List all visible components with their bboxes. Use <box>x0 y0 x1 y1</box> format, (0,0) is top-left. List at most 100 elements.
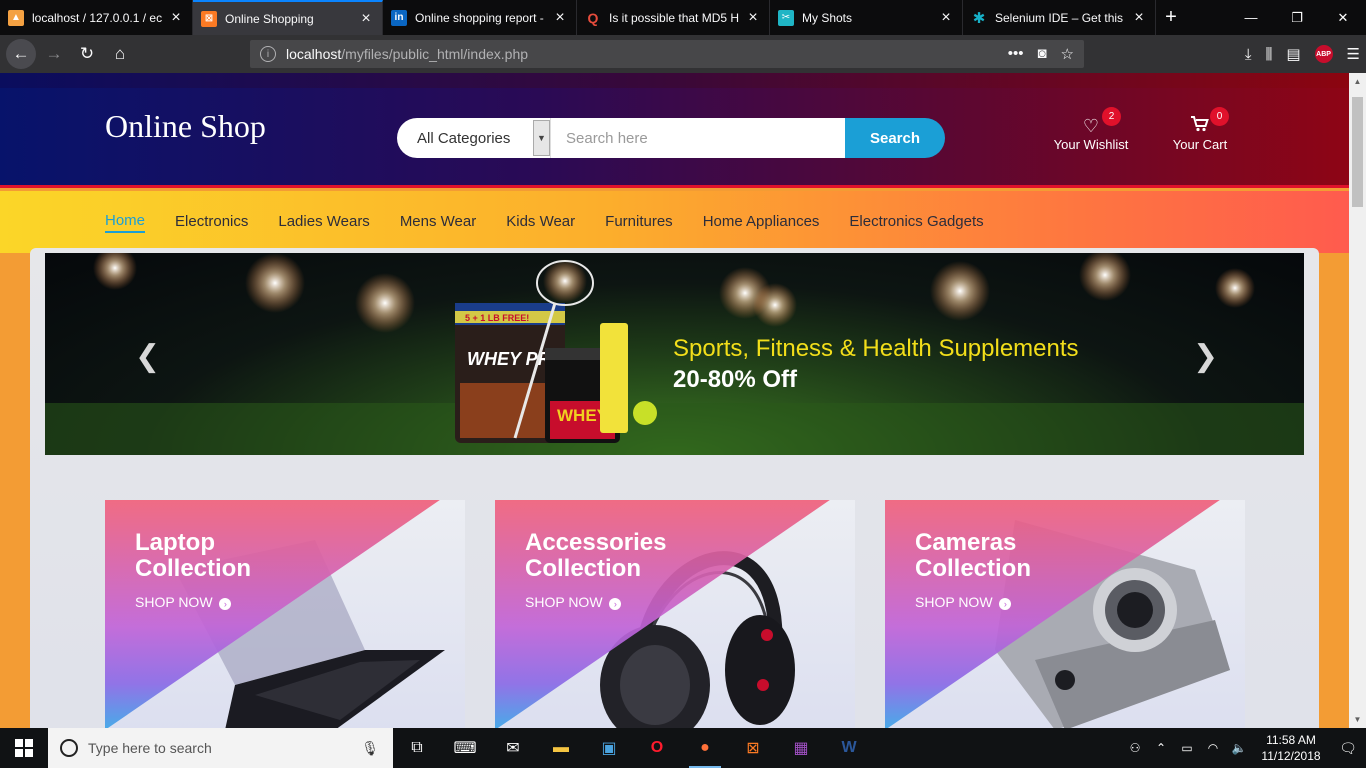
site-logo[interactable]: Online Shop <box>105 108 266 145</box>
scroll-up-icon[interactable]: ▲ <box>1349 73 1366 90</box>
library-icon[interactable]: ⫼ <box>1265 46 1272 63</box>
laptop-collection-card[interactable]: Laptop Collection SHOP NOW › <box>105 500 465 728</box>
site-header: Online Shop All Categories ▼ Search ♡ 2 … <box>0 88 1349 188</box>
word-icon[interactable]: W <box>825 728 873 768</box>
microphone-icon[interactable]: 🎙 <box>361 740 379 757</box>
nav-item-ladies-wears[interactable]: Ladies Wears <box>278 213 369 232</box>
cart-link[interactable]: 0 Your Cart <box>1170 107 1230 152</box>
svg-text:5 + 1 LB FREE!: 5 + 1 LB FREE! <box>465 313 529 323</box>
firefox-icon[interactable]: ● <box>681 728 729 768</box>
cameras-collection-card[interactable]: Cameras Collection SHOP NOW › <box>885 500 1245 728</box>
shop-now-label: SHOP NOW <box>135 594 213 610</box>
close-icon[interactable]: × <box>552 9 568 27</box>
window-controls: — ❐ ✕ <box>1228 0 1366 35</box>
close-icon[interactable]: × <box>745 9 761 27</box>
system-tray: ⚇ ⌃ ▭ ◠ 🔈 11:58 AM 11/12/2018 🗨 <box>1122 728 1366 768</box>
restore-icon[interactable]: ❐ <box>1274 0 1320 35</box>
page-scrollbar[interactable]: ▲ ▼ <box>1349 73 1366 728</box>
tab-my-shots[interactable]: ✂ My Shots × <box>770 0 963 35</box>
reload-icon[interactable]: ↻ <box>72 39 102 69</box>
back-arrow-icon[interactable]: ← <box>6 39 36 69</box>
nav-item-electronics[interactable]: Electronics <box>175 213 248 232</box>
tab-selenium[interactable]: ✱ Selenium IDE – Get this Ex × <box>963 0 1156 35</box>
xampp-taskbar-icon[interactable]: ⊠ <box>729 728 777 768</box>
file-explorer-icon[interactable]: ▬ <box>537 728 585 768</box>
nav-item-kids-wear[interactable]: Kids Wear <box>506 213 575 232</box>
browser-tab-bar: ▲ localhost / 127.0.0.1 / ecom × ⊠ Onlin… <box>0 0 1366 35</box>
bookmark-star-icon[interactable]: ☆ <box>1061 45 1074 63</box>
close-icon[interactable]: × <box>168 9 184 27</box>
keyboard-app-icon[interactable]: ⌨ <box>441 728 489 768</box>
tab-quora[interactable]: Q Is it possible that MD5 Ha × <box>577 0 770 35</box>
home-icon[interactable]: ⌂ <box>105 39 135 69</box>
new-tab-button[interactable]: + <box>1156 0 1186 35</box>
mail-icon[interactable]: ✉ <box>489 728 537 768</box>
shop-now-label: SHOP NOW <box>525 594 603 610</box>
download-icon[interactable]: ⤓ <box>1245 46 1252 63</box>
info-icon[interactable]: i <box>260 46 276 62</box>
pocket-icon[interactable]: ◙ <box>1037 45 1046 63</box>
scrollbar-thumb[interactable] <box>1352 97 1363 207</box>
close-icon[interactable]: × <box>358 10 374 28</box>
xampp-icon: ⊠ <box>201 10 217 27</box>
url-host: localhost <box>286 46 342 62</box>
search-input[interactable] <box>551 118 845 158</box>
arrow-circle-right-icon: › <box>609 598 622 610</box>
taskbar-clock[interactable]: 11:58 AM 11/12/2018 <box>1252 732 1330 764</box>
nav-item-furnitures[interactable]: Furnitures <box>605 213 673 232</box>
forward-arrow-icon[interactable]: → <box>39 39 69 69</box>
tab-linkedin[interactable]: in Online shopping report - E × <box>383 0 577 35</box>
scroll-down-icon[interactable]: ▼ <box>1349 711 1366 728</box>
more-actions-icon[interactable]: ••• <box>1008 45 1024 63</box>
nav-item-home[interactable]: Home <box>105 212 146 233</box>
nav-item-home-appliances[interactable]: Home Appliances <box>703 213 820 232</box>
battery-icon[interactable]: ▭ <box>1174 741 1200 755</box>
linkedin-icon: in <box>391 9 407 26</box>
tab-phpmyadmin[interactable]: ▲ localhost / 127.0.0.1 / ecom × <box>0 0 193 35</box>
card-title: Laptop Collection <box>135 529 252 582</box>
chevron-up-icon[interactable]: ⌃ <box>1148 741 1174 755</box>
url-bar[interactable]: i localhost /myfiles/public_html/index.p… <box>250 40 1084 68</box>
slider-prev-arrow-icon[interactable]: ❮ <box>135 339 160 374</box>
minimize-icon[interactable]: — <box>1228 0 1274 35</box>
accessories-collection-card[interactable]: Accessories Collection SHOP NOW › <box>495 500 855 728</box>
tab-online-shopping[interactable]: ⊠ Online Shopping × <box>193 0 383 35</box>
myshots-icon: ✂ <box>778 9 794 26</box>
slider-headline: Sports, Fitness & Health Supplements <box>673 335 1079 362</box>
nav-item-electronics-gadgets[interactable]: Electronics Gadgets <box>849 213 983 232</box>
people-icon[interactable]: ⚇ <box>1122 741 1148 755</box>
shop-now-link[interactable]: SHOP NOW › <box>525 594 622 610</box>
task-view-icon[interactable]: ⧉ <box>393 728 441 768</box>
clock-time: 11:58 AM <box>1266 733 1316 747</box>
wishlist-link[interactable]: ♡ 2 Your Wishlist <box>1050 107 1132 152</box>
taskbar-search[interactable]: Type here to search 🎙 <box>48 728 393 768</box>
sidebar-icon[interactable]: ▤ <box>1286 45 1300 63</box>
hamburger-menu-icon[interactable]: ☰ <box>1347 45 1360 63</box>
phpmyadmin-icon: ▲ <box>8 9 24 26</box>
notifications-icon[interactable]: 🗨 <box>1330 740 1366 757</box>
slider-next-arrow-icon[interactable]: ❯ <box>1193 339 1218 374</box>
browser-nav-bar: ← → ↻ ⌂ i localhost /myfiles/public_html… <box>0 35 1366 73</box>
volume-icon[interactable]: 🔈 <box>1226 741 1252 755</box>
top-header-strip <box>0 73 1349 88</box>
close-icon[interactable]: × <box>1131 9 1147 27</box>
search-bar: All Categories ▼ Search <box>397 118 945 158</box>
main-nav: Home Electronics Ladies Wears Mens Wear … <box>0 191 1349 253</box>
search-button[interactable]: Search <box>845 118 945 158</box>
shop-now-link[interactable]: SHOP NOW › <box>915 594 1012 610</box>
nav-item-mens-wear[interactable]: Mens Wear <box>400 213 476 232</box>
app-icon[interactable]: ▣ <box>585 728 633 768</box>
wifi-icon[interactable]: ◠ <box>1200 741 1226 755</box>
winrar-icon[interactable]: ▦ <box>777 728 825 768</box>
shop-now-link[interactable]: SHOP NOW › <box>135 594 232 610</box>
opera-icon[interactable]: O <box>633 728 681 768</box>
close-window-icon[interactable]: ✕ <box>1320 0 1366 35</box>
chevron-down-icon[interactable]: ▼ <box>533 120 550 156</box>
wishlist-count-badge: 2 <box>1102 107 1121 126</box>
windows-start-icon[interactable] <box>0 728 48 768</box>
category-selected: All Categories <box>417 129 511 147</box>
tab-title: Online shopping report - E <box>415 10 546 25</box>
close-icon[interactable]: × <box>938 9 954 27</box>
category-select[interactable]: All Categories ▼ <box>397 118 551 158</box>
adblock-icon[interactable]: ABP <box>1314 45 1333 63</box>
